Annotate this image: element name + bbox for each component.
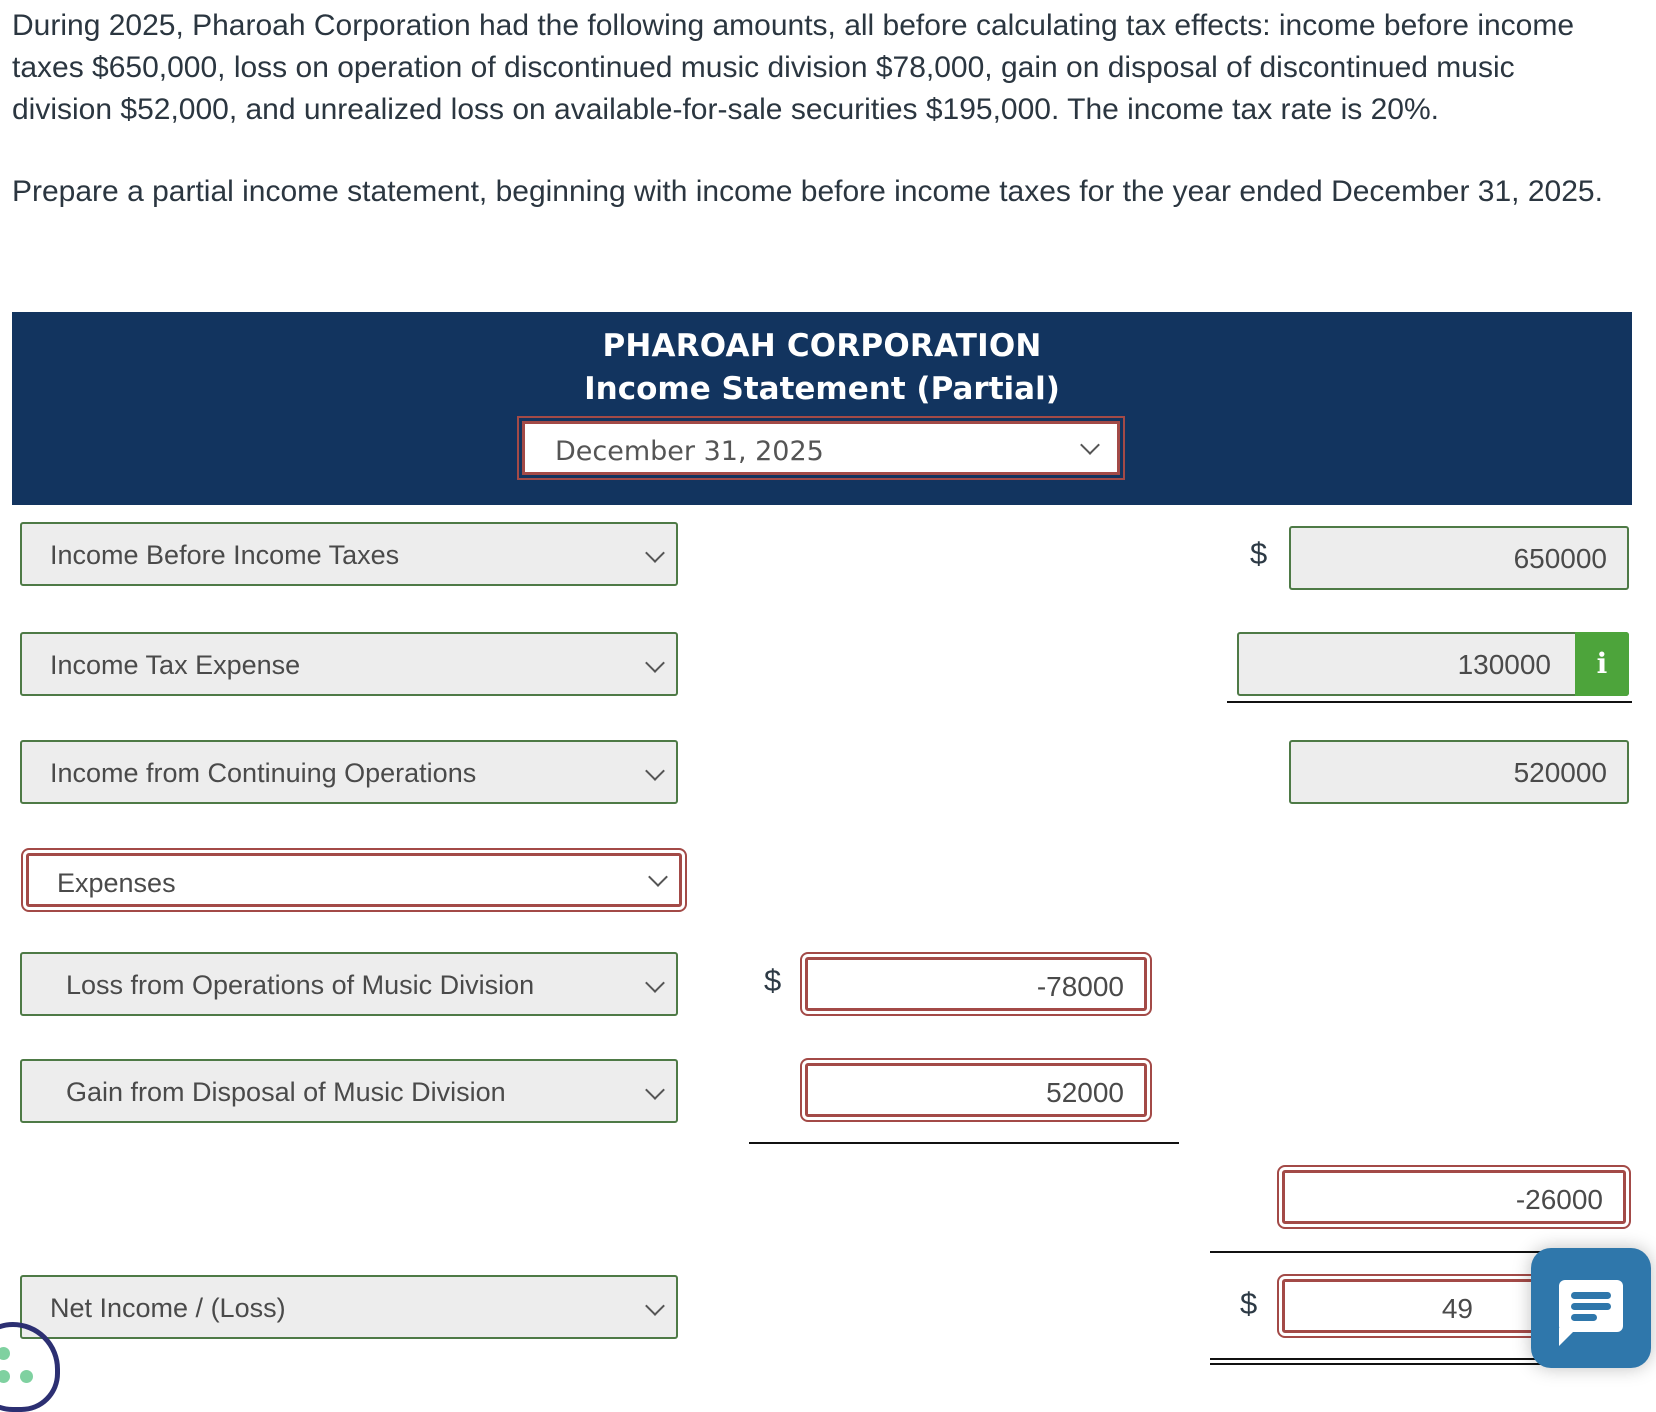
chat-icon [1559,1280,1623,1332]
amount-input[interactable]: -26000 [1277,1165,1631,1229]
dollar-sign: $ [1240,1286,1258,1321]
amount-value: 52000 [1046,1077,1124,1108]
amount-input[interactable]: 650000 [1289,526,1629,590]
amount-value: 49 [1441,1293,1473,1324]
chevron-down-icon [645,973,665,993]
statement-header: PHAROAH CORPORATION Income Statement (Pa… [12,312,1632,505]
line-item-label: Expenses [57,868,176,898]
amount-input[interactable]: 520000 [1289,740,1629,804]
amount-input[interactable]: 130000 i [1237,632,1629,696]
instructions: Prepare a partial income statement, begi… [12,175,1603,208]
amount-value: 650000 [1513,543,1607,574]
chevron-down-icon [648,867,668,887]
info-icon[interactable]: i [1575,632,1629,696]
cookie-dot [20,1370,33,1383]
dollar-sign: $ [764,963,782,998]
line-item-select[interactable]: Income Tax Expense [20,632,678,696]
statement-title: Income Statement (Partial) [584,371,1060,407]
problem-statement: During 2025, Pharoah Corporation had the… [12,9,1575,126]
line-item-select[interactable]: Income Before Income Taxes [20,522,678,586]
line-item-label: Net Income / (Loss) [50,1293,286,1323]
chat-button[interactable] [1531,1248,1651,1368]
dollar-sign: $ [1250,536,1268,571]
chevron-down-icon [645,543,665,563]
line-item-select[interactable]: Income from Continuing Operations [20,740,678,804]
amount-value: 130000 [1457,649,1551,680]
chevron-down-icon [645,761,665,781]
line-item-label: Income from Continuing Operations [50,758,477,788]
amount-value: -26000 [1515,1184,1603,1215]
amount-input[interactable]: 52000 [800,1058,1152,1122]
line-item-label: Loss from Operations of Music Division [66,970,535,1000]
line-item-select[interactable]: Loss from Operations of Music Division [20,952,678,1016]
line-item-label: Income Tax Expense [50,650,301,680]
amount-value: 520000 [1513,757,1607,788]
underline [1227,701,1632,703]
line-item-label: Gain from Disposal of Music Division [66,1077,506,1107]
chevron-down-icon [1080,435,1100,455]
line-item-select[interactable]: Gain from Disposal of Music Division [20,1059,678,1123]
line-item-label: Income Before Income Taxes [50,540,400,570]
date-select[interactable]: December 31, 2025 [517,416,1125,480]
underline [749,1142,1179,1144]
date-select-value: December 31, 2025 [555,436,824,467]
chevron-down-icon [645,1080,665,1100]
chevron-down-icon [645,653,665,673]
chevron-down-icon [645,1296,665,1316]
line-item-select[interactable]: Expenses [21,848,687,912]
line-item-select[interactable]: Net Income / (Loss) [20,1275,678,1339]
amount-value: -78000 [1036,971,1124,1002]
amount-input[interactable]: -78000 [800,952,1152,1016]
company-name: PHAROAH CORPORATION [602,328,1042,364]
